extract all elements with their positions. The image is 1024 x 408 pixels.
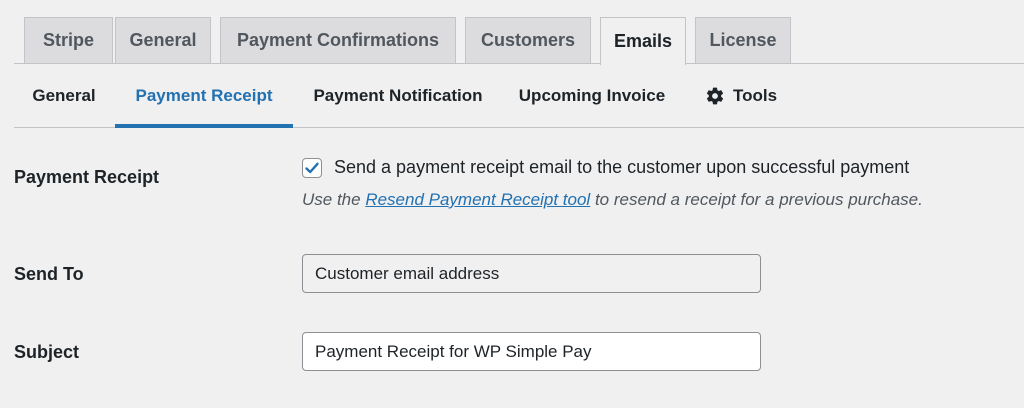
payment-receipt-checkbox-label: Send a payment receipt email to the cust… (334, 157, 910, 177)
top-tab-bar: Stripe General Payment Confirmations Cus… (0, 0, 1024, 65)
tab-stripe[interactable]: Stripe (24, 17, 113, 63)
payment-receipt-checkbox-row: Send a payment receipt email to the cust… (302, 157, 909, 178)
desc-suffix: to resend a receipt for a previous purch… (590, 190, 923, 209)
subtab-upcoming-invoice[interactable]: Upcoming Invoice (514, 64, 670, 127)
subtab-general[interactable]: General (14, 64, 114, 127)
payment-receipt-checkbox[interactable] (302, 157, 322, 178)
sub-tab-bar: General Payment Receipt Payment Notifica… (14, 64, 1024, 128)
subtab-tools-label: Tools (732, 85, 778, 105)
tab-payment-confirmations[interactable]: Payment Confirmations (220, 17, 456, 63)
checkmark-icon (305, 162, 319, 173)
send-to-label: Send To (14, 264, 84, 284)
payment-receipt-label: Payment Receipt (14, 167, 160, 187)
tab-emails[interactable]: Emails (600, 17, 686, 65)
send-to-value: Customer email address (315, 263, 500, 283)
subject-value: Payment Receipt for WP Simple Pay (315, 341, 592, 361)
send-to-field[interactable]: Customer email address (302, 254, 761, 293)
gear-icon (705, 86, 725, 106)
tab-customers[interactable]: Customers (465, 17, 591, 63)
subject-label: Subject (14, 342, 80, 362)
subtab-tools[interactable]: Tools (702, 64, 780, 127)
tab-general[interactable]: General (115, 17, 211, 63)
payment-receipt-description: Use the Resend Payment Receipt tool to r… (302, 190, 923, 210)
resend-payment-receipt-tool-link[interactable]: Resend Payment Receipt tool (365, 190, 590, 209)
subtab-payment-receipt[interactable]: Payment Receipt (115, 64, 293, 128)
subtab-payment-notification[interactable]: Payment Notification (306, 64, 490, 127)
tab-license[interactable]: License (695, 17, 791, 63)
desc-prefix: Use the (302, 190, 366, 209)
subject-input[interactable]: Payment Receipt for WP Simple Pay (302, 332, 761, 371)
